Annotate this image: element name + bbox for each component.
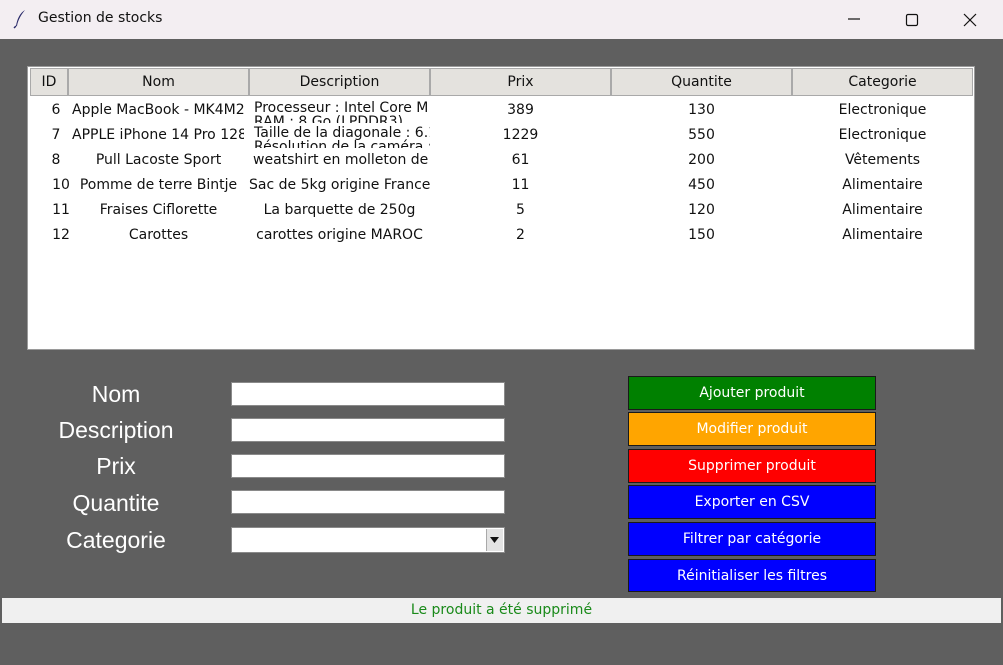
cell-prix: 5: [516, 202, 525, 218]
description-label: Description: [58, 417, 174, 443]
nom-field[interactable]: [231, 382, 505, 406]
cell-nom: Pull Lacoste Sport: [95, 152, 222, 168]
status-message: Le produit a été supprimé: [2, 598, 1001, 623]
column-header-id[interactable]: ID: [30, 68, 68, 96]
maximize-icon: [905, 13, 919, 27]
cell-nom: APPLE iPhone 14 Pro 128G: [72, 127, 244, 143]
cell-description: La barquette de 250g: [263, 202, 416, 218]
minimize-icon: [848, 18, 860, 20]
cell-description: carottes origine MAROC: [256, 227, 423, 243]
add-product-button[interactable]: Ajouter produit: [628, 376, 876, 410]
close-button[interactable]: [946, 0, 994, 39]
cell-categorie: Electronique: [838, 102, 927, 118]
prix-label: Prix: [96, 453, 136, 479]
cell-quantite: 450: [688, 177, 715, 193]
categorie-select[interactable]: [231, 527, 505, 553]
edit-product-button[interactable]: Modifier produit: [628, 412, 876, 446]
dropdown-button[interactable]: [486, 529, 503, 551]
table-row[interactable]: 8 Pull Lacoste Sport weatshirt en mollet…: [28, 148, 974, 173]
cell-prix: 61: [511, 152, 530, 168]
table-row[interactable]: 11 Fraises Ciflorette La barquette de 25…: [28, 198, 974, 223]
column-header-nom[interactable]: Nom: [68, 68, 249, 96]
close-icon: [963, 13, 977, 27]
table-row[interactable]: 7 APPLE iPhone 14 Pro 128G Taille de la …: [28, 123, 974, 148]
categorie-label: Categorie: [66, 527, 166, 553]
cell-prix: 1229: [502, 127, 539, 143]
minimize-button[interactable]: [830, 0, 878, 39]
column-header-categorie[interactable]: Categorie: [792, 68, 973, 96]
description-field[interactable]: [231, 418, 505, 442]
filter-category-button[interactable]: Filtrer par catégorie: [628, 522, 876, 556]
cell-categorie: Alimentaire: [842, 202, 923, 218]
cell-quantite: 130: [688, 102, 715, 118]
description-text: Processeur : Intel Core M 1 RAM : 8 Go (…: [254, 100, 429, 123]
column-header-quantite[interactable]: Quantite: [611, 68, 792, 96]
nom-label: Nom: [91, 381, 141, 407]
delete-product-button[interactable]: Supprimer produit: [628, 449, 876, 483]
cell-nom: Carottes: [128, 227, 189, 243]
cell-categorie: Electronique: [838, 127, 927, 143]
products-table[interactable]: ID Nom Description Prix Quantite Categor…: [27, 66, 975, 350]
prix-field[interactable]: [231, 454, 505, 478]
cell-prix: 11: [511, 177, 530, 193]
export-csv-button[interactable]: Exporter en CSV: [628, 485, 876, 519]
table-row[interactable]: 12 Carottes carottes origine MAROC 2 150…: [28, 223, 974, 248]
cell-categorie: Alimentaire: [842, 177, 923, 193]
cell-categorie: Vêtements: [844, 152, 921, 168]
cell-description: Taille de la diagonale : 6.1" Résolution…: [249, 123, 430, 148]
table-header: ID Nom Description Prix Quantite Categor…: [28, 67, 974, 98]
cell-description: Processeur : Intel Core M 1 RAM : 8 Go (…: [249, 98, 430, 123]
cell-quantite: 200: [688, 152, 715, 168]
cell-nom: Apple MacBook - MK4M2: [72, 102, 244, 118]
reset-filters-button[interactable]: Réinitialiser les filtres: [628, 559, 876, 592]
table-row[interactable]: 6 Apple MacBook - MK4M2 Processeur : Int…: [28, 98, 974, 123]
table-row[interactable]: 10 Pomme de terre Bintje Sac de 5kg orig…: [28, 173, 974, 198]
title-bar: Gestion de stocks: [0, 0, 1003, 39]
cell-description: weatshirt en molleton de c: [253, 152, 430, 168]
cell-prix: 389: [507, 102, 534, 118]
description-text: Taille de la diagonale : 6.1" Résolution…: [254, 125, 430, 148]
feather-icon: [11, 9, 31, 29]
cell-quantite: 120: [688, 202, 715, 218]
cell-prix: 2: [516, 227, 525, 243]
cell-categorie: Alimentaire: [842, 227, 923, 243]
quantite-field[interactable]: [231, 490, 505, 514]
column-header-prix[interactable]: Prix: [430, 68, 611, 96]
dropdown-arrow-icon: [490, 537, 499, 543]
maximize-button[interactable]: [888, 0, 936, 39]
cell-quantite: 150: [688, 227, 715, 243]
cell-quantite: 550: [688, 127, 715, 143]
window-title: Gestion de stocks: [38, 10, 163, 26]
cell-nom: Pomme de terre Bintje: [79, 177, 238, 193]
column-header-description[interactable]: Description: [249, 68, 430, 96]
quantite-label: Quantite: [72, 490, 160, 516]
cell-nom: Fraises Ciflorette: [99, 202, 218, 218]
cell-description: Sac de 5kg origine France: [249, 177, 430, 193]
